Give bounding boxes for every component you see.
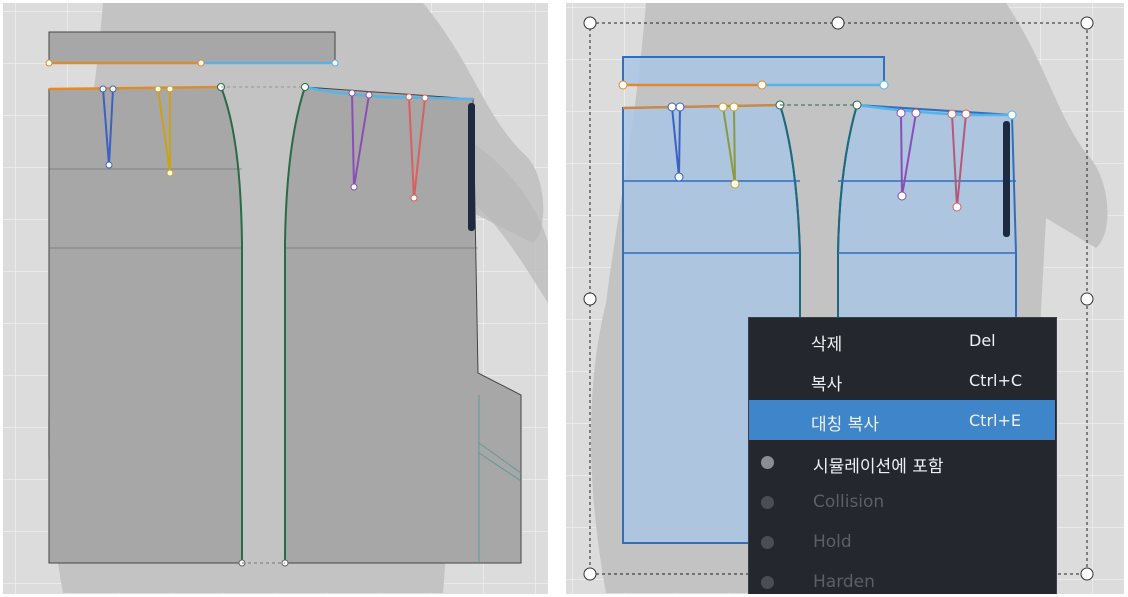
selection-handle-tr[interactable]: [1080, 16, 1094, 30]
menu-item-copy[interactable]: 복사 Ctrl+C: [749, 360, 1055, 400]
menu-item-label: Hold: [813, 532, 852, 552]
selection-handle-tm[interactable]: [831, 16, 845, 30]
toggle-dot-icon: [761, 576, 774, 589]
menu-toggle-hold[interactable]: Hold: [749, 522, 1055, 562]
selection-handle-br[interactable]: [1080, 567, 1094, 581]
zipper-line[interactable]: [1003, 121, 1010, 237]
pattern-editor-right[interactable]: 삭제 Del 복사 Ctrl+C 대칭 복사 Ctrl+E 시뮬레이션에 포함 …: [566, 3, 1124, 594]
pattern-canvas-left[interactable]: [3, 3, 548, 594]
selection-handle-mr[interactable]: [1080, 292, 1094, 306]
menu-item-label: 복사: [811, 375, 843, 395]
menu-item-delete[interactable]: 삭제 Del: [749, 320, 1055, 360]
menu-toggle-include-simulation[interactable]: 시뮬레이션에 포함: [749, 442, 1055, 482]
menu-item-shortcut: Ctrl+C: [969, 371, 1023, 390]
selection-handle-ml[interactable]: [583, 292, 597, 306]
pattern-editor-left[interactable]: [3, 3, 548, 594]
back-skirt-piece[interactable]: [48, 83, 246, 567]
menu-item-mirror-copy[interactable]: 대칭 복사 Ctrl+E: [749, 400, 1055, 440]
zipper-line[interactable]: [468, 103, 475, 231]
menu-item-shortcut: Ctrl+E: [969, 411, 1021, 430]
waistband-piece-selected[interactable]: [618, 56, 889, 90]
menu-toggle-collision[interactable]: Collision: [749, 482, 1055, 522]
menu-item-label: 삭제: [811, 335, 843, 355]
menu-toggle-harden[interactable]: Harden: [749, 562, 1055, 594]
selection-handle-tl[interactable]: [583, 16, 597, 30]
toggle-dot-icon: [761, 456, 774, 469]
menu-item-label: Collision: [813, 492, 885, 512]
selection-handle-bl[interactable]: [583, 567, 597, 581]
toggle-dot-icon: [761, 536, 774, 549]
menu-item-label: Harden: [813, 572, 875, 592]
waistband-piece[interactable]: [45, 31, 339, 67]
menu-item-shortcut: Del: [969, 331, 996, 350]
toggle-dot-icon: [761, 496, 774, 509]
menu-item-label: 시뮬레이션에 포함: [813, 457, 944, 477]
context-menu: 삭제 Del 복사 Ctrl+C 대칭 복사 Ctrl+E 시뮬레이션에 포함 …: [748, 317, 1057, 594]
front-skirt-piece-selected[interactable]: [837, 100, 1017, 324]
menu-item-label: 대칭 복사: [811, 415, 879, 435]
